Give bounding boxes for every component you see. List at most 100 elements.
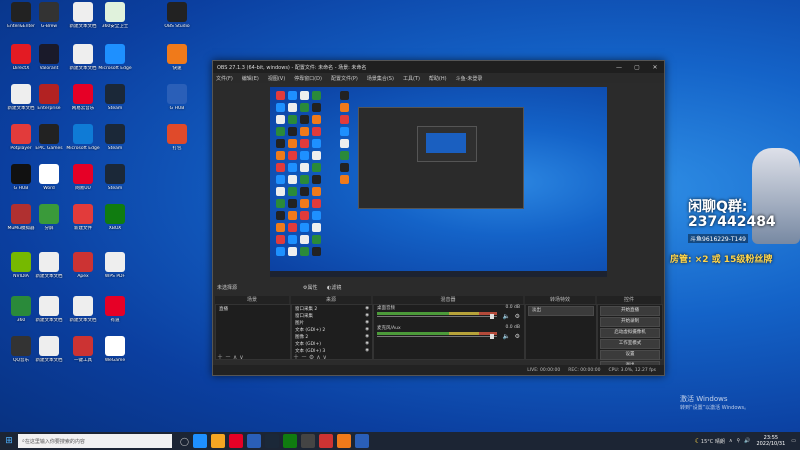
eye-icon[interactable]: ◉ [365, 306, 369, 311]
desktop-icon[interactable]: G HUB [160, 84, 194, 111]
eye-icon[interactable]: ◉ [365, 313, 369, 318]
maximize-icon[interactable]: ▢ [628, 64, 646, 71]
source-item[interactable]: 图片 ◉ [292, 319, 372, 326]
gear-icon[interactable]: ⚙ [309, 354, 314, 361]
gear-icon[interactable]: ⚙ [515, 313, 520, 320]
menu-help[interactable]: 帮助(H) [429, 75, 447, 82]
desktop-icon[interactable]: 新建文件 [66, 204, 100, 231]
menu-douyu[interactable]: 斗鱼-未登录 [456, 75, 483, 82]
move-up-icon[interactable]: ∧ [233, 354, 237, 361]
add-icon[interactable]: ＋ [293, 354, 299, 361]
volume-slider-handle[interactable] [490, 314, 494, 319]
eye-icon[interactable]: ◉ [365, 320, 369, 325]
volume-slider[interactable] [377, 316, 497, 317]
network-icon[interactable]: ⚲ [737, 438, 741, 444]
speaker-icon[interactable]: 🔈 [503, 333, 510, 340]
add-icon[interactable]: ＋ [217, 354, 223, 361]
menu-view[interactable]: 视图(V) [268, 75, 285, 82]
taskbar-clock[interactable]: 23:55 2022/10/31 [756, 435, 785, 447]
filters-button[interactable]: ◐ 滤镜 [327, 283, 341, 292]
transition-select[interactable]: 淡出 [528, 306, 594, 316]
settings-button[interactable]: 设置 [600, 350, 660, 360]
studio-mode-button[interactable]: 工作室模式 [600, 339, 660, 349]
desktop-icon[interactable]: 新建文本文档 [32, 336, 66, 363]
taskbar-app-icon[interactable] [318, 434, 333, 448]
desktop-icon[interactable]: 网易云音乐 [66, 84, 100, 111]
start-recording-button[interactable]: 开始录制 [600, 317, 660, 327]
source-item[interactable]: 文本 (GDI+) 2 ◉ [292, 326, 372, 333]
menu-tools[interactable]: 工具(T) [403, 75, 420, 82]
menu-scene-collection[interactable]: 场景集合(S) [367, 75, 394, 82]
desktop-icon[interactable]: OBS Studio [160, 2, 194, 29]
weather-text[interactable]: 15°C 晴朗 [701, 438, 725, 445]
desktop-icon[interactable]: Valorant [32, 44, 66, 71]
desktop-icon[interactable]: Word [32, 164, 66, 191]
desktop-icon[interactable]: Steam [98, 124, 132, 151]
desktop-icon[interactable]: EPIC Games [32, 124, 66, 151]
menu-file[interactable]: 文件(F) [216, 75, 233, 82]
task-view-icon[interactable]: ◯ [180, 437, 189, 446]
desktop-icon[interactable]: 有道 [98, 296, 132, 323]
start-virtual-camera-button[interactable]: 启动虚拟摄像机 [600, 328, 660, 338]
eye-icon[interactable]: ◉ [365, 341, 369, 346]
taskbar-app-icon[interactable] [246, 434, 261, 448]
desktop-icon[interactable]: 新建文本文档 [66, 2, 100, 29]
source-item[interactable]: 文本 (GDI+) ◉ [292, 340, 372, 347]
taskbar-search-input[interactable]: ⌕ 在这里输入你要搜索的内容 [18, 434, 172, 448]
menu-profile[interactable]: 配置文件(P) [331, 75, 358, 82]
remove-icon[interactable]: － [301, 354, 307, 361]
volume-icon[interactable]: 🔊 [744, 438, 750, 444]
obs-window[interactable]: OBS 27.1.3 (64-bit, windows) - 配置文件: 未命名… [212, 60, 665, 376]
desktop-icon[interactable]: G-Brew [32, 2, 66, 29]
obs-titlebar[interactable]: OBS 27.1.3 (64-bit, windows) - 配置文件: 未命名… [213, 61, 664, 73]
desktop-icon[interactable]: Apex [66, 252, 100, 279]
desktop-icon[interactable]: Enterprise [32, 84, 66, 111]
desktop-icon[interactable]: 打包 [160, 124, 194, 151]
volume-slider[interactable] [377, 336, 497, 337]
desktop-icon[interactable]: 新建文本文档 [66, 44, 100, 71]
properties-button[interactable]: ⚙ 属性 [303, 283, 318, 292]
desktop-icon[interactable]: 360安全卫士 [98, 2, 132, 29]
desktop-icon[interactable]: 网易UU [66, 164, 100, 191]
eye-icon[interactable]: ◉ [365, 348, 369, 353]
taskbar-app-icon[interactable] [264, 434, 279, 448]
desktop-icon[interactable]: 新建文本文档 [32, 296, 66, 323]
speaker-icon[interactable]: 🔈 [503, 313, 510, 320]
taskbar-app-icon[interactable] [336, 434, 351, 448]
move-up-icon[interactable]: ∧ [316, 354, 320, 361]
taskbar-app-icon[interactable] [354, 434, 369, 448]
source-item[interactable]: 窗口采集 ◉ [292, 312, 372, 319]
close-icon[interactable]: ✕ [646, 64, 664, 71]
source-item[interactable]: 图像 2 ◉ [292, 333, 372, 340]
move-down-icon[interactable]: ∨ [239, 354, 243, 361]
move-down-icon[interactable]: ∨ [323, 354, 327, 361]
start-streaming-button[interactable]: 开始直播 [600, 306, 660, 316]
menu-edit[interactable]: 编辑(E) [242, 75, 259, 82]
desktop-icon[interactable]: Microsoft Edge [98, 44, 132, 71]
desktop-icon[interactable]: Microsoft Edge [66, 124, 100, 151]
desktop-icon[interactable]: XBOX [98, 204, 132, 231]
desktop-icon[interactable]: 新建文本文档 [32, 252, 66, 279]
taskbar-app-icon[interactable] [192, 434, 207, 448]
desktop-icon[interactable]: 一键工具 [66, 336, 100, 363]
taskbar-app-icon[interactable] [228, 434, 243, 448]
desktop-icon[interactable]: Steam [98, 84, 132, 111]
windows-start-icon[interactable]: ⊞ [0, 432, 18, 450]
desktop-icon[interactable]: WPS PDF [98, 252, 132, 279]
volume-slider-handle[interactable] [490, 334, 494, 339]
eye-icon[interactable]: ◉ [365, 334, 369, 339]
desktop-icon[interactable]: 分屏 [32, 204, 66, 231]
minimize-icon[interactable]: — [610, 64, 628, 71]
eye-icon[interactable]: ◉ [365, 327, 369, 332]
remove-icon[interactable]: － [225, 354, 231, 361]
gear-icon[interactable]: ⚙ [515, 333, 520, 340]
obs-preview[interactable] [270, 87, 607, 277]
scene-item[interactable]: 直播 [216, 305, 290, 312]
menu-docks[interactable]: 停靠窗口(D) [294, 75, 322, 82]
desktop-icon[interactable]: 新建文本文档 [66, 296, 100, 323]
desktop-icon[interactable]: 快速 [160, 44, 194, 71]
source-item[interactable]: 窗口采集 2 ◉ [292, 305, 372, 312]
notification-icon[interactable]: ▭ [791, 438, 796, 444]
taskbar-app-icon[interactable] [282, 434, 297, 448]
taskbar-app-icon[interactable] [300, 434, 315, 448]
